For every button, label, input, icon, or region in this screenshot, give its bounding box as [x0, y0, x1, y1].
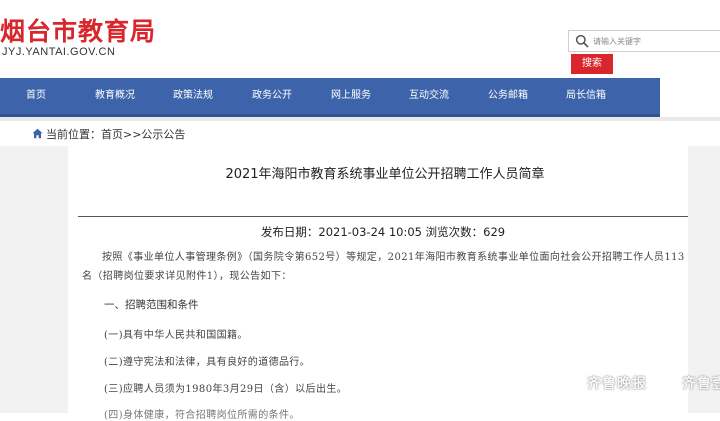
nav-item-overview[interactable]: 教育概况: [95, 78, 135, 114]
condition-item: (三)应聘人员须为1980年3月29日（含）以后出生。: [104, 384, 348, 395]
header-divider: [0, 117, 720, 121]
watermark-logo-icon: [566, 373, 584, 391]
site-logo-title[interactable]: 烟台市教育局: [0, 12, 156, 48]
nav-item-online-services[interactable]: 网上服务: [331, 78, 371, 114]
search-input[interactable]: [593, 33, 720, 49]
left-gutter: [0, 146, 68, 413]
home-icon: [32, 128, 43, 139]
breadcrumb: 当前位置：首页>>公示公告: [32, 126, 185, 142]
nav-item-home[interactable]: 首页: [26, 78, 46, 114]
nav-item-interaction[interactable]: 互动交流: [409, 78, 449, 114]
watermark-brand-icon: [662, 374, 678, 390]
nav-item-gov-affairs[interactable]: 政务公开: [252, 78, 292, 114]
nav-item-director-mailbox[interactable]: 局长信箱: [566, 78, 606, 114]
search-box[interactable]: [568, 30, 720, 52]
article-intro: 按照《事业单位人事管理条例》（国务院令第652号）等规定，2021年海阳市教育系…: [82, 252, 685, 282]
condition-item: (四)身体健康，符合招聘岗位所需的条件。: [104, 410, 300, 421]
condition-item: (一)具有中华人民共和国国籍。: [104, 330, 248, 341]
title-divider: [78, 216, 688, 217]
search-icon: [575, 34, 589, 48]
site-header: 烟台市教育局 JYJ.YANTAI.GOV.CN 搜索: [0, 0, 720, 80]
section-heading: 一、招聘范围和条件: [104, 299, 199, 311]
main-nav: 首页 教育概况 政策法规 政务公开 网上服务 互动交流 公务邮箱 局长信箱: [0, 78, 660, 117]
search-button[interactable]: 搜索: [571, 54, 613, 74]
watermark: 齐鲁晚报 齐鲁壹点: [566, 372, 720, 396]
watermark-left-text: 齐鲁晚报: [587, 376, 647, 392]
article-title: 2021年海阳市教育系统事业单位公开招聘工作人员简章: [225, 167, 545, 182]
watermark-right-text: 齐鲁壹点: [682, 376, 720, 392]
breadcrumb-text[interactable]: 当前位置：首页>>公示公告: [46, 128, 185, 141]
nav-item-mailbox[interactable]: 公务邮箱: [488, 78, 528, 114]
site-domain: JYJ.YANTAI.GOV.CN: [2, 46, 116, 58]
article-meta: 发布日期：2021-03-24 10:05 浏览次数：629: [260, 225, 506, 239]
condition-item: (二)遵守宪法和法律，具有良好的道德品行。: [104, 357, 311, 368]
nav-item-policy[interactable]: 政策法规: [173, 78, 213, 114]
